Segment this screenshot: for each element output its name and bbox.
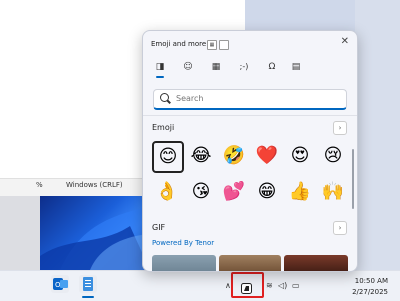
wallpaper-bloom-graphic: [40, 206, 150, 270]
emoji-red-heart[interactable]: ❤️: [252, 141, 282, 171]
statusbar-encoding[interactable]: Windows (CRLF): [66, 181, 123, 189]
tab-emoji-icon[interactable]: ◨: [151, 59, 169, 78]
keyboard-layout-icon[interactable]: ▦: [207, 40, 217, 50]
divider: [143, 115, 357, 116]
emoji-crying[interactable]: 😢: [318, 141, 348, 171]
emoji-rofl[interactable]: 🤣: [219, 141, 249, 171]
emoji-section-more-button[interactable]: ›: [333, 121, 347, 135]
clock-date: 2/27/2025: [352, 288, 388, 296]
emoji-raising-hands[interactable]: 🙌: [318, 177, 348, 207]
emoji-heart-eyes[interactable]: 😍: [285, 141, 315, 171]
emoji-panel: Emoji and more ▦ ✕ ◨ ☺ ▦ ;-) Ω ▤ Emoji ›…: [142, 30, 358, 272]
emoji-keyboard-tray-icon[interactable]: [241, 279, 252, 294]
emoji-grinning[interactable]: 😁: [252, 177, 282, 207]
emoji-thumbs-up[interactable]: 👍: [285, 177, 315, 207]
emoji-tears-of-joy[interactable]: 😂: [186, 141, 216, 171]
gif-thumbnail[interactable]: [152, 255, 216, 271]
emoji-blowing-kiss[interactable]: 😘: [186, 177, 216, 207]
panel-tabs: ◨ ☺ ▦ ;-) Ω ▤: [151, 59, 351, 78]
emoji-two-hearts[interactable]: 💕: [219, 177, 249, 207]
emoji-ok-hand[interactable]: 👌: [152, 177, 182, 207]
tab-kaomoji-icon[interactable]: ;-): [235, 59, 253, 75]
close-icon[interactable]: ✕: [341, 36, 349, 47]
active-app-indicator: [82, 296, 94, 298]
panel-title: Emoji and more: [151, 40, 207, 48]
tab-clipboard-icon[interactable]: ▤: [287, 59, 305, 75]
desktop-wallpaper: [40, 196, 150, 270]
outlook-app-icon[interactable]: O: [51, 275, 69, 293]
volume-icon[interactable]: ◁): [278, 281, 287, 290]
statusbar-percent: %: [36, 181, 43, 189]
notepad-app-icon[interactable]: [79, 275, 97, 293]
search-input[interactable]: [176, 92, 336, 105]
tab-gif-icon[interactable]: ▦: [207, 59, 225, 75]
chevron-up-icon[interactable]: ∧: [225, 281, 231, 290]
background-window-edge: [355, 0, 400, 270]
clock[interactable]: 10:50 AM 2/27/2025: [352, 276, 388, 298]
powered-by-tenor[interactable]: Powered By Tenor: [152, 239, 214, 247]
gif-section-more-button[interactable]: ›: [333, 221, 347, 235]
gif-thumbnail[interactable]: [219, 255, 281, 271]
tab-symbols-icon[interactable]: Ω: [263, 59, 281, 75]
search-field[interactable]: [153, 89, 347, 110]
wifi-icon[interactable]: ≋: [266, 281, 273, 290]
clock-time: 10:50 AM: [354, 277, 388, 285]
scrollbar[interactable]: [352, 149, 354, 209]
tab-smiley-icon[interactable]: ☺: [179, 59, 197, 75]
battery-icon[interactable]: ▭: [292, 281, 300, 290]
emoji-section-label: Emoji: [152, 123, 175, 132]
gif-section-label: GIF: [152, 223, 166, 232]
search-icon: [160, 93, 169, 102]
emoji-smiling-face[interactable]: 😊: [152, 141, 184, 173]
gif-thumbnail[interactable]: [284, 255, 348, 271]
pin-icon[interactable]: [219, 40, 229, 50]
